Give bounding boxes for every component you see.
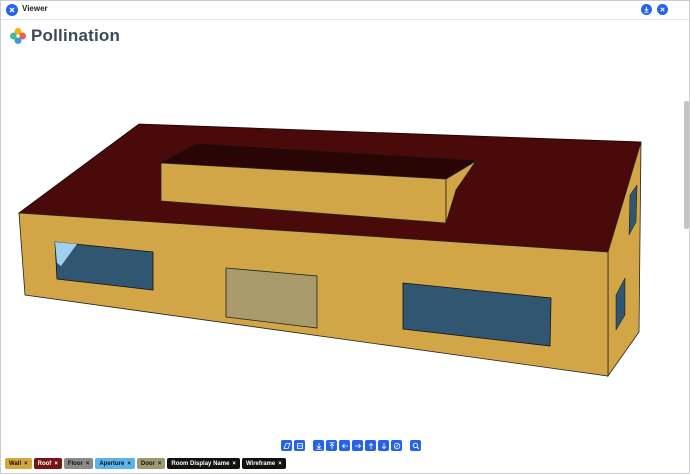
close-button[interactable] [657,4,668,15]
legend-label: Wireframe [245,460,276,467]
remove-icon[interactable]: × [127,461,131,467]
orthographic-button[interactable] [294,440,305,451]
perspective-icon [282,442,291,449]
remove-icon[interactable]: × [86,461,90,467]
view-iso-icon [393,442,400,449]
view-iso-button[interactable] [391,440,402,451]
perspective-button[interactable] [281,440,292,451]
view-top-button[interactable] [326,440,337,451]
door [225,267,318,329]
view-top-icon [329,441,334,449]
view-back-icon [381,442,386,449]
view-bottom-icon [316,442,321,450]
zoom-fit-button[interactable] [410,440,421,451]
legend-chip-aperture[interactable]: Aperture × [95,458,135,469]
view-front-icon [368,442,373,449]
legend-label: Door [140,460,155,467]
legend-label: Floor [67,460,83,467]
3d-model-canvas[interactable] [1,20,689,450]
view-right-button[interactable] [352,440,363,451]
window-title: Viewer [22,4,48,13]
viewer-window: Viewer Pollination Wall × Roof × Floor ×… [0,0,690,474]
view-back-button[interactable] [378,440,389,451]
legend-bar: Wall × Roof × Floor × Aperture × Door × … [5,458,286,469]
remove-icon[interactable]: × [278,461,282,467]
viewer-app-icon [6,4,18,16]
remove-icon[interactable]: × [24,461,28,467]
download-button[interactable] [641,4,652,15]
legend-chip-roof[interactable]: Roof × [33,458,62,469]
scrollbar[interactable] [684,101,689,229]
view-left-button[interactable] [339,440,350,451]
legend-label: Aperture [99,460,125,467]
remove-icon[interactable]: × [158,461,162,467]
remove-icon[interactable]: × [232,461,236,467]
download-icon [644,6,649,13]
legend-chip-wall[interactable]: Wall × [5,458,32,469]
close-icon [660,7,665,12]
view-front-button[interactable] [365,440,376,451]
legend-label: Room Display Name [171,460,230,467]
title-bar: Viewer [1,1,689,20]
zoom-fit-icon [412,442,419,449]
legend-chip-door[interactable]: Door × [136,458,166,469]
legend-label: Wall [9,460,22,467]
legend-chip-room-display-name[interactable]: Room Display Name × [167,458,240,469]
legend-chip-wireframe[interactable]: Wireframe × [241,458,286,469]
legend-label: Roof [37,460,52,467]
view-right-icon [354,443,361,448]
legend-chip-floor[interactable]: Floor × [63,458,94,469]
view-toolbar [281,440,421,452]
remove-icon[interactable]: × [54,461,58,467]
view-bottom-button[interactable] [313,440,324,451]
view-left-icon [341,443,348,448]
orthographic-icon [296,442,303,449]
